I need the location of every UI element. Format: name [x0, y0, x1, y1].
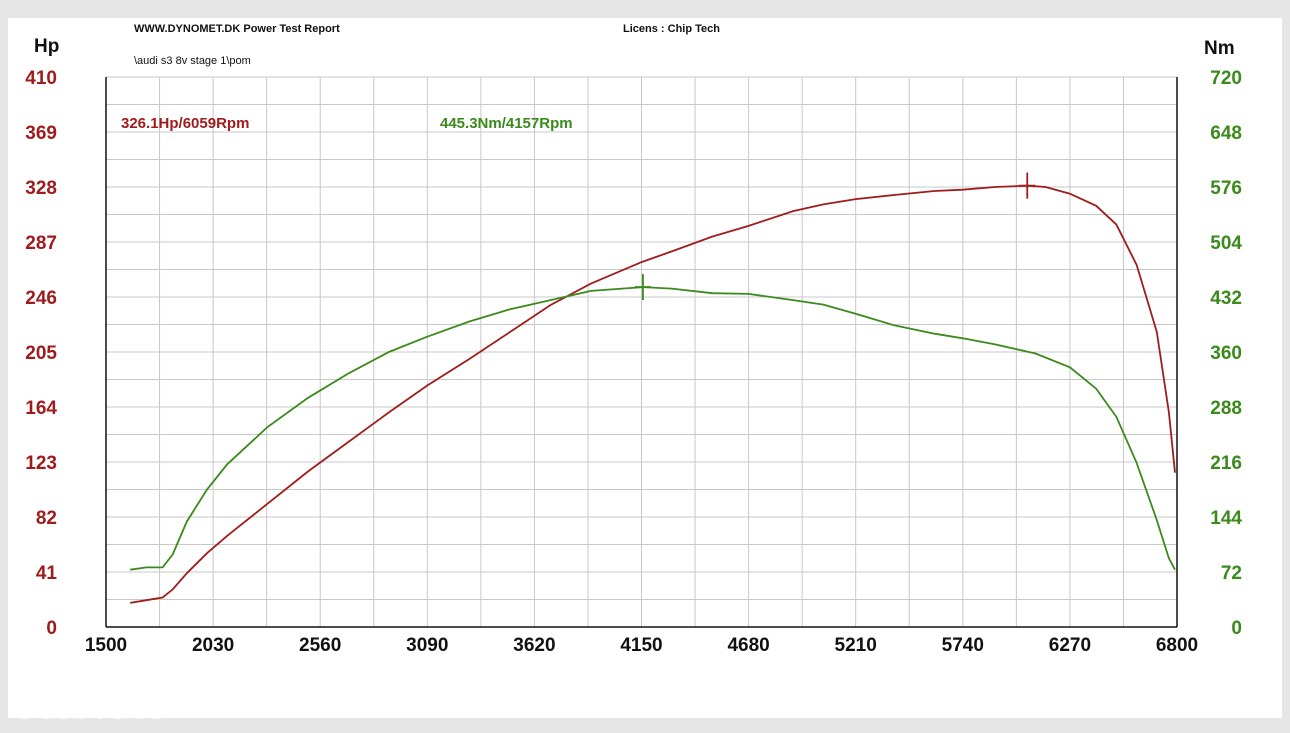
y-left-tick-label: 287: [25, 233, 57, 254]
y-right-tick-label: 288: [1210, 398, 1242, 419]
y-right-tick-label: 144: [1210, 508, 1242, 529]
y-right-tick-label: 0: [1231, 618, 1242, 639]
x-tick-label: 6270: [1049, 635, 1091, 656]
y-left-tick-label: 41: [36, 563, 58, 584]
torque-peak-label: 445.3Nm/4157Rpm: [440, 115, 573, 132]
y-right-tick-label: 576: [1210, 178, 1242, 199]
x-tick-label: 4150: [620, 635, 662, 656]
dyno-chart: 0 41 82 123 164 205 246 287 328 369 410 0 72 144 216 28…: [25, 68, 1242, 656]
y-left-tick-label: 246: [25, 288, 57, 309]
y-left-tick-label: 0: [46, 618, 57, 639]
y-right-tick-label: 216: [1210, 453, 1242, 474]
power-peak-label: 326.1Hp/6059Rpm: [121, 115, 249, 132]
x-tick-label: 5210: [835, 635, 877, 656]
x-tick-label: 3620: [513, 635, 555, 656]
y-right-tick-label: 648: [1210, 123, 1242, 144]
y-left-tick-label: 328: [25, 178, 57, 199]
x-tick-label: 6800: [1156, 635, 1198, 656]
y-left-tick-label: 205: [25, 343, 57, 364]
x-tick-label: 3090: [406, 635, 448, 656]
y-left-tick-label: 369: [25, 123, 57, 144]
y-right-tick-label: 72: [1221, 563, 1242, 584]
watermark: otoMoto: [14, 692, 169, 727]
x-tick-label: 4680: [727, 635, 769, 656]
y-left-tick-label: 123: [25, 453, 57, 474]
x-tick-label: 5740: [942, 635, 984, 656]
y-left-tick-label: 82: [36, 508, 57, 529]
y-left-tick-label: 164: [25, 398, 57, 419]
x-tick-label: 1500: [85, 635, 127, 656]
y-right-tick-label: 360: [1210, 343, 1242, 364]
torque-curve: [130, 286, 1176, 571]
y-right-tick-label: 504: [1210, 233, 1242, 254]
y-right-tick-label: 432: [1210, 288, 1242, 309]
x-tick-label: 2560: [299, 635, 341, 656]
power-curve: [130, 184, 1176, 604]
y-left-tick-label: 410: [25, 68, 57, 89]
x-tick-label: 2030: [192, 635, 234, 656]
y-right-tick-label: 720: [1210, 68, 1242, 89]
